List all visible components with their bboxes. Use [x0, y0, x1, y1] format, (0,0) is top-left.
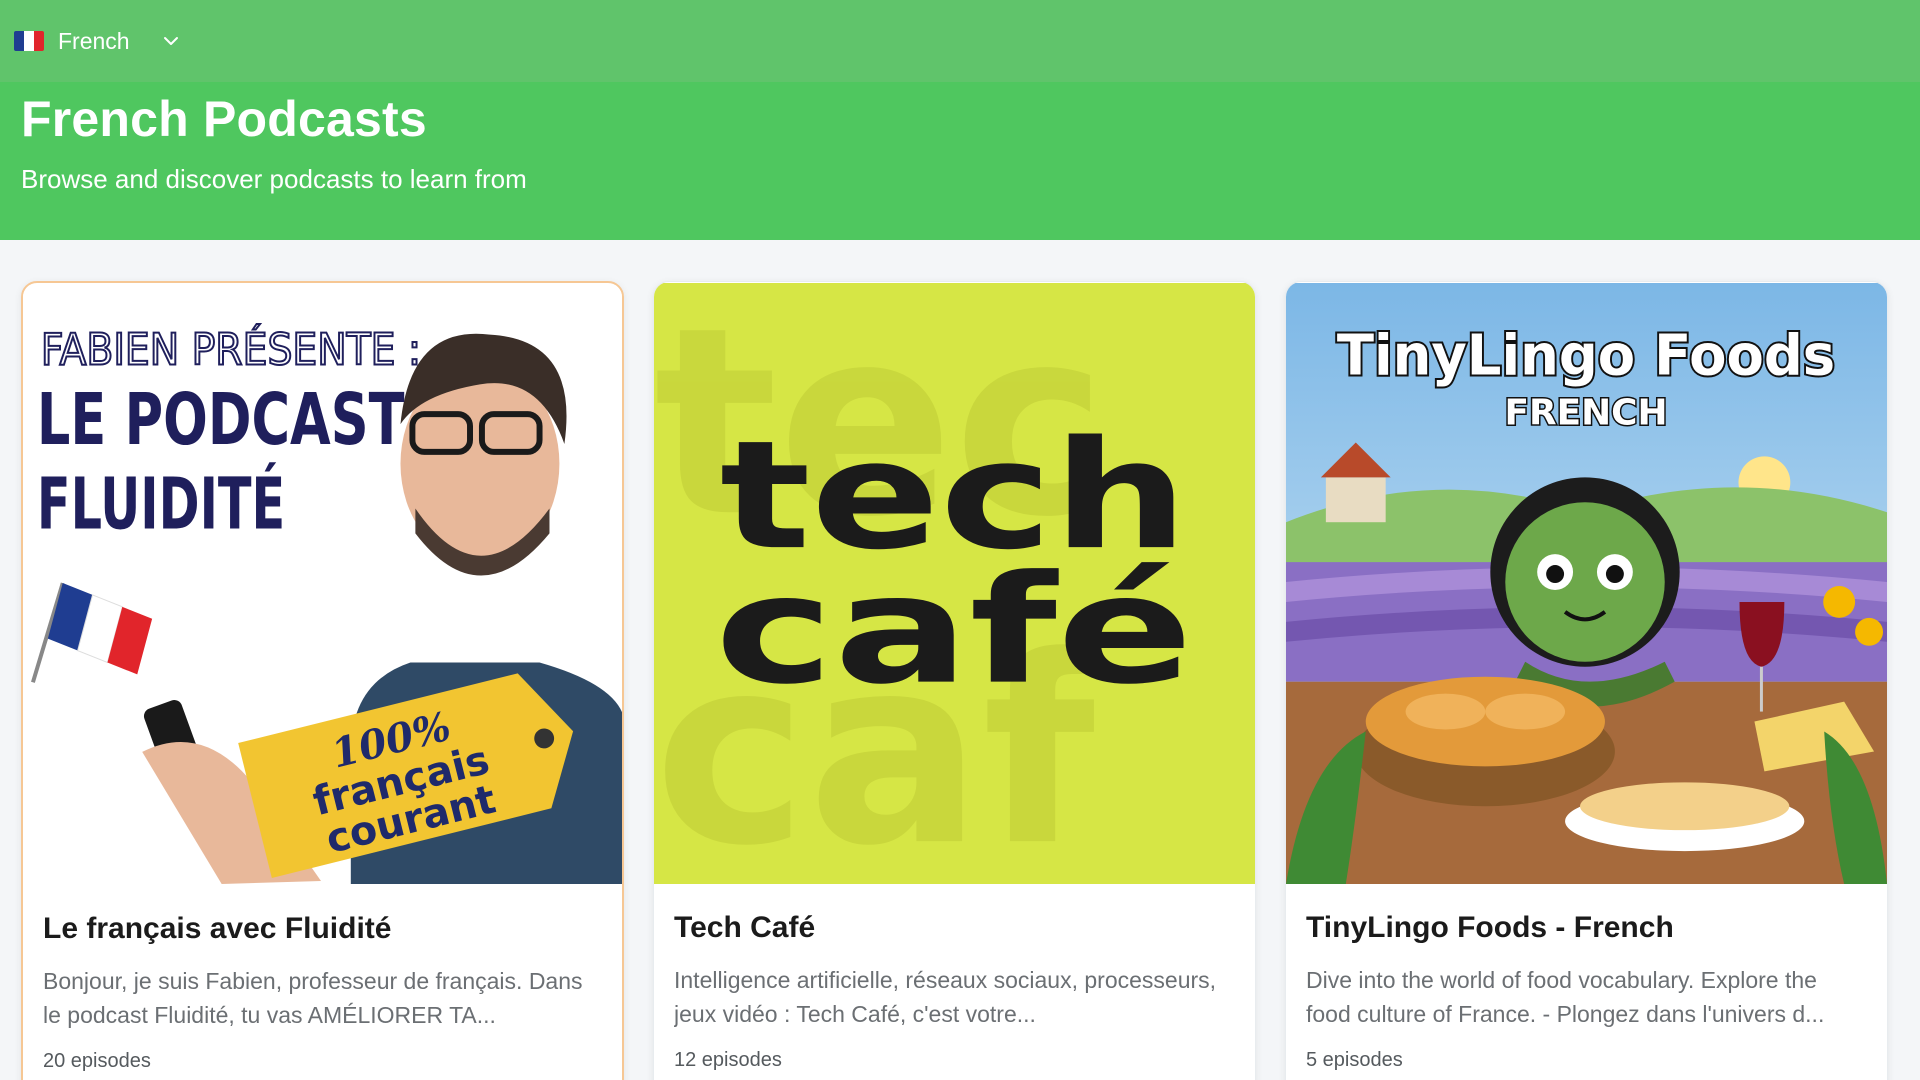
page-subtitle: Browse and discover podcasts to learn fr… — [21, 164, 527, 194]
cover-title-line2: LE PODCAST — [37, 378, 405, 461]
podcast-description: Dive into the world of food vocabulary. … — [1306, 967, 1825, 1027]
hero-banner: French Podcasts Browse and discover podc… — [0, 82, 1920, 240]
cover-title-line1: TinyLingo Foods — [1337, 324, 1835, 389]
podcast-cover-tinylingo: TinyLingo Foods FRENCH — [1286, 283, 1887, 884]
podcast-card-fluidite[interactable]: 100% français courant FABIEN PRÉSENTE : … — [21, 281, 624, 1080]
language-label: French — [58, 27, 130, 54]
podcast-card-tech-cafe[interactable]: tec caf tech café Tech Café Intelligence… — [653, 281, 1256, 1080]
cover-title-line3: FLUIDITÉ — [37, 462, 285, 545]
chevron-down-icon — [163, 37, 178, 45]
cover-title-line2: café — [715, 544, 1193, 718]
podcast-cover-tech-cafe: tec caf tech café — [654, 282, 1255, 885]
podcast-cover-fluidite: 100% français courant FABIEN PRÉSENTE : … — [23, 285, 622, 884]
episode-count: 20 episodes — [43, 1050, 151, 1072]
podcast-description: Bonjour, je suis Fabien, professeur de f… — [43, 968, 583, 1028]
episode-count: 5 episodes — [1306, 1049, 1403, 1071]
podcast-grid: 100% français courant FABIEN PRÉSENTE : … — [0, 240, 1920, 1080]
podcast-description: Intelligence artificielle, réseaux socia… — [674, 967, 1217, 1027]
episode-count: 12 episodes — [674, 1049, 782, 1071]
top-bar: French — [0, 0, 1920, 82]
podcast-card-tinylingo[interactable]: TinyLingo Foods FRENCH TinyLingo Foods -… — [1285, 281, 1888, 1080]
podcast-title[interactable]: TinyLingo Foods - French — [1306, 911, 1867, 945]
language-selector[interactable]: French — [14, 28, 180, 55]
podcast-title[interactable]: Le français avec Fluidité — [43, 912, 602, 946]
podcast-title[interactable]: Tech Café — [674, 911, 1235, 945]
page-title: French Podcasts — [21, 91, 427, 147]
cover-title-line2: FRENCH — [1504, 393, 1667, 434]
french-flag-icon — [14, 31, 44, 51]
cover-title-line1: FABIEN PRÉSENTE : — [41, 322, 421, 375]
